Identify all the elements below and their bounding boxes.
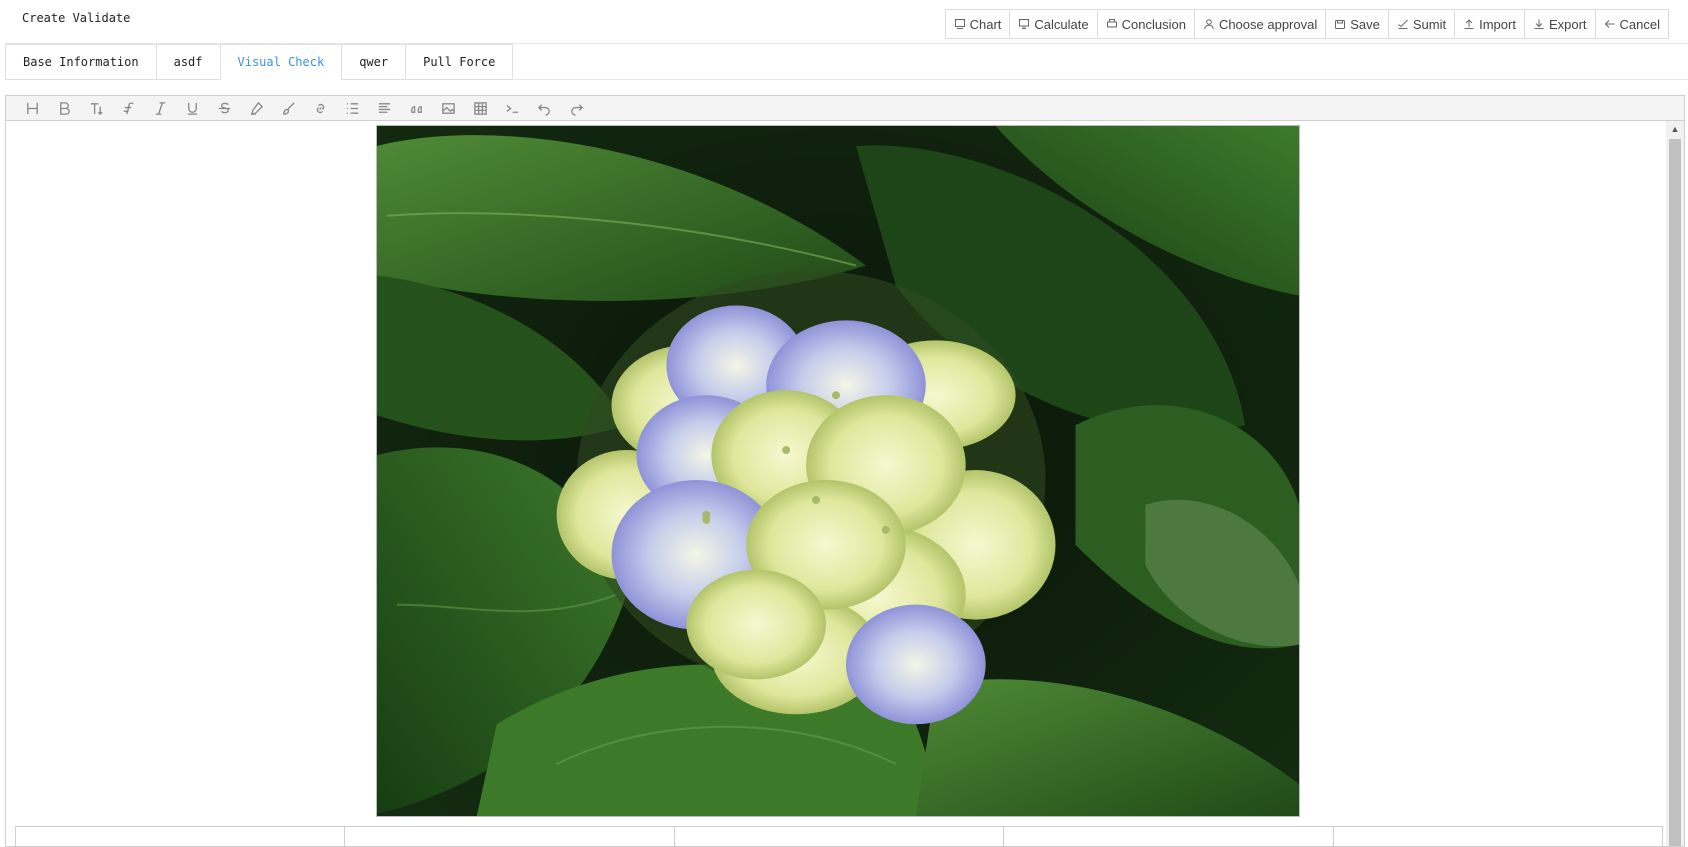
chart-button[interactable]: Chart	[944, 9, 1011, 39]
tab-base-information[interactable]: Base Information	[5, 44, 157, 80]
tab-visual-check[interactable]: Visual Check	[219, 44, 343, 80]
calculate-button[interactable]: Calculate	[1009, 9, 1098, 39]
rich-text-editor: ▲	[5, 95, 1685, 847]
content-table	[15, 826, 1663, 846]
highlight-icon[interactable]	[240, 97, 272, 119]
tab-divider	[512, 79, 1688, 80]
cancel-button-label: Cancel	[1619, 16, 1660, 32]
tab-qwer[interactable]: qwer	[341, 44, 407, 80]
font-size-icon[interactable]	[80, 97, 112, 119]
choose-approval-button-label: Choose approval	[1218, 16, 1318, 32]
editor-content[interactable]	[6, 121, 1666, 846]
redo-icon[interactable]	[560, 97, 592, 119]
scrollbar-thumb[interactable]	[1669, 139, 1681, 846]
editor-toolbar	[6, 96, 1684, 121]
brush-icon[interactable]	[272, 97, 304, 119]
conclusion-button[interactable]: Conclusion	[1096, 9, 1195, 39]
user-icon	[1203, 18, 1215, 30]
page-title: Create Validate	[22, 11, 131, 25]
chart-icon	[954, 18, 966, 30]
import-button-label: Import	[1479, 16, 1516, 32]
table-cell[interactable]	[1004, 827, 1334, 846]
send-icon	[1397, 18, 1409, 30]
image-icon[interactable]	[432, 97, 464, 119]
table-cell[interactable]	[675, 827, 1005, 846]
undo-icon[interactable]	[528, 97, 560, 119]
import-button[interactable]: Import	[1454, 9, 1525, 39]
download-icon	[1533, 18, 1545, 30]
chart-button-label: Chart	[969, 16, 1002, 32]
export-button[interactable]: Export	[1523, 9, 1596, 39]
scroll-up-arrow-icon[interactable]: ▲	[1666, 121, 1684, 137]
table-cell[interactable]	[1334, 827, 1662, 846]
hydrangea-flower-image	[377, 126, 1299, 816]
monitor-icon	[1018, 18, 1030, 30]
heading-icon[interactable]	[16, 97, 48, 119]
tab-bar: Base Information asdf Visual Check qwer …	[5, 44, 514, 80]
table-icon[interactable]	[464, 97, 496, 119]
arrow-left-icon	[1604, 18, 1616, 30]
export-button-label: Export	[1548, 16, 1587, 32]
action-toolbar: Chart Calculate Conclusion Choose approv…	[944, 9, 1669, 39]
upload-icon	[1463, 18, 1475, 30]
choose-approval-button[interactable]: Choose approval	[1193, 9, 1327, 39]
strikethrough-icon[interactable]	[208, 97, 240, 119]
quote-icon[interactable]	[400, 97, 432, 119]
align-icon[interactable]	[368, 97, 400, 119]
conclusion-button-label: Conclusion	[1121, 16, 1186, 32]
hydrangea-flower-photo[interactable]	[376, 125, 1300, 817]
table-cell[interactable]	[16, 827, 346, 846]
code-icon[interactable]	[496, 97, 528, 119]
vertical-scrollbar[interactable]: ▲	[1666, 121, 1684, 846]
save-button[interactable]: Save	[1325, 9, 1389, 39]
link-icon[interactable]	[304, 97, 336, 119]
font-family-icon[interactable]	[112, 97, 144, 119]
header-bar: Create Validate Chart Calculate Conclusi…	[5, 0, 1688, 44]
submit-button-label: Sumit	[1412, 16, 1447, 32]
table-cell[interactable]	[345, 827, 675, 846]
printer-icon	[1106, 18, 1118, 30]
italic-icon[interactable]	[144, 97, 176, 119]
tab-pull-force[interactable]: Pull Force	[405, 44, 514, 80]
calculate-button-label: Calculate	[1034, 16, 1089, 32]
cancel-button[interactable]: Cancel	[1594, 9, 1669, 39]
save-button-label: Save	[1350, 16, 1380, 32]
bullet-list-icon[interactable]	[336, 97, 368, 119]
submit-button[interactable]: Sumit	[1387, 9, 1456, 39]
save-icon	[1334, 18, 1346, 30]
tab-asdf[interactable]: asdf	[155, 44, 221, 80]
underline-icon[interactable]	[176, 97, 208, 119]
bold-icon[interactable]	[48, 97, 80, 119]
